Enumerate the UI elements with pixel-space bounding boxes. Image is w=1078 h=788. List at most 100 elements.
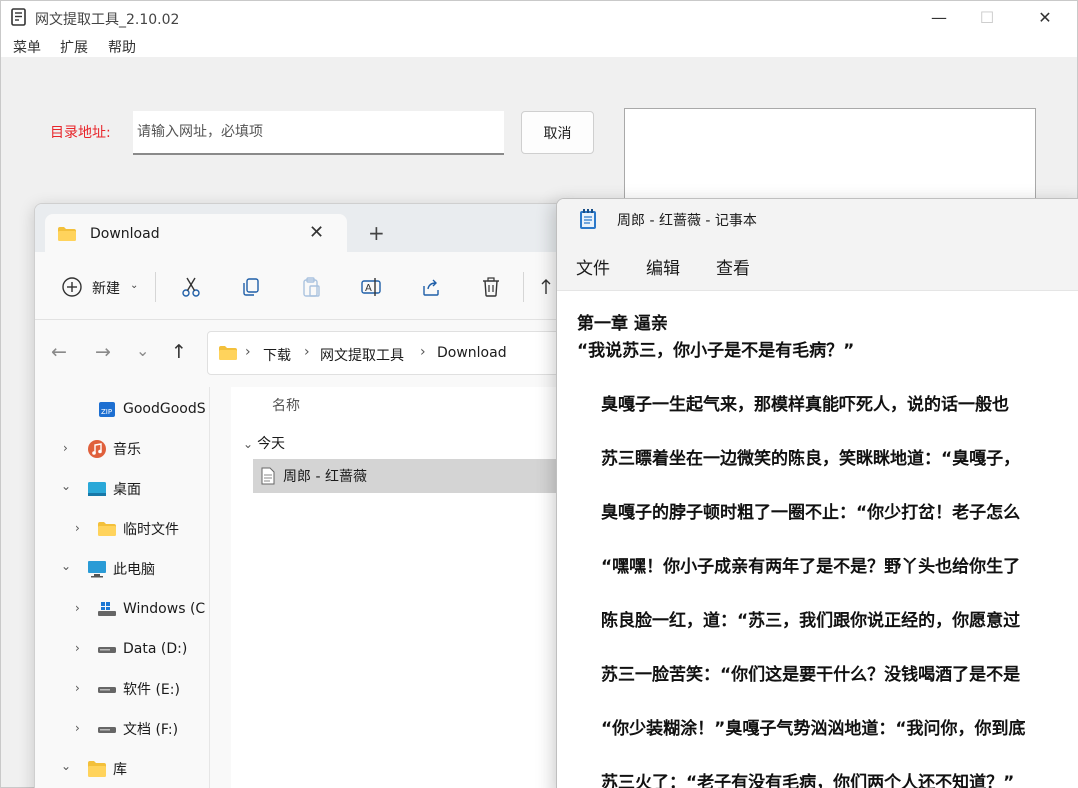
app-titlebar: 网文提取工具_2.10.02 — ☐ ✕: [1, 1, 1077, 34]
chevron-down-icon[interactable]: ⌄: [61, 559, 71, 573]
address-bar[interactable]: › 下载 › 网文提取工具 › Download: [207, 331, 567, 375]
up-icon[interactable]: ↑: [171, 341, 187, 363]
sidebar-item-drive-d[interactable]: Data (D:): [97, 637, 187, 661]
file-row[interactable]: 周郎 - 红蔷薇: [253, 459, 573, 493]
notepad-icon: [580, 209, 596, 229]
text-line: 第一章 逼亲: [577, 314, 668, 334]
zip-icon: ZIP: [99, 402, 115, 417]
breadcrumb-separator: ›: [420, 344, 426, 360]
svg-text:A: A: [365, 283, 372, 294]
drive-icon: [98, 727, 116, 733]
sidebar-item-label: 库: [113, 762, 127, 778]
notepad-title: 周郎 - 红蔷薇 - 记事本: [617, 213, 757, 229]
windows-drive-icon: [98, 602, 116, 616]
delete-icon[interactable]: [480, 276, 502, 298]
chevron-right-icon[interactable]: ›: [75, 601, 80, 615]
notepad-window: 周郎 - 红蔷薇 - 记事本 文件 编辑 查看 第一章 逼亲 “我说苏三，你小子…: [556, 198, 1078, 788]
cut-icon[interactable]: [180, 276, 202, 298]
explorer-navbar: ← → ⌄ ↑ › 下载 › 网文提取工具 › Download: [35, 321, 573, 387]
chevron-right-icon[interactable]: ›: [75, 521, 80, 535]
sidebar-item-drive-f[interactable]: 文档 (F:): [97, 717, 178, 741]
recent-locations-icon[interactable]: ⌄: [136, 341, 149, 360]
computer-icon: [88, 561, 106, 578]
menu-file[interactable]: 文件: [576, 254, 610, 279]
sidebar-item-drive-e[interactable]: 软件 (E:): [97, 677, 180, 701]
new-icon[interactable]: [61, 276, 83, 298]
minimize-icon: —: [931, 8, 947, 27]
notepad-titlebar: 周郎 - 红蔷薇 - 记事本: [557, 199, 1078, 237]
group-header-today[interactable]: ⌄ 今天: [243, 433, 285, 453]
maximize-icon: ☐: [979, 8, 995, 27]
text-file-icon: [261, 467, 275, 485]
menu-view[interactable]: 查看: [716, 254, 750, 279]
app-logo-icon: [11, 8, 26, 26]
group-label: 今天: [257, 436, 286, 452]
new-dropdown-icon[interactable]: ⌄: [130, 280, 138, 291]
svg-text:ZIP: ZIP: [101, 408, 112, 416]
sidebar-item-goodgoods[interactable]: ZIP GoodGoodS: [97, 397, 206, 421]
text-line: “我说苏三，你小子是不是有毛病？”: [577, 341, 855, 361]
new-tab-icon[interactable]: +: [368, 221, 385, 245]
menu-main[interactable]: 菜单: [13, 37, 41, 57]
sidebar-item-label: 音乐: [113, 442, 141, 458]
breadcrumb-extractor[interactable]: 网文提取工具: [320, 345, 404, 365]
chevron-down-icon[interactable]: ⌄: [61, 479, 71, 493]
chevron-right-icon[interactable]: ›: [63, 441, 68, 455]
breadcrumb-download[interactable]: Download: [437, 345, 507, 361]
close-button[interactable]: ✕: [1017, 1, 1073, 34]
toolbar-separator: [155, 272, 156, 302]
new-button[interactable]: 新建: [92, 278, 120, 298]
copy-icon[interactable]: [240, 276, 262, 298]
log-textbox[interactable]: [624, 108, 1036, 208]
explorer-toolbar: 新建 ⌄ A: [35, 254, 573, 320]
tab-close-icon[interactable]: ✕: [309, 222, 324, 243]
text-line: “你少装糊涂！”臭嘎子气势汹汹地道：“我问你，你到底: [601, 719, 1026, 739]
chevron-right-icon[interactable]: ›: [75, 641, 80, 655]
sidebar-item-temp-files[interactable]: 临时文件: [97, 517, 179, 541]
share-icon[interactable]: [420, 276, 442, 298]
file-name: 周郎 - 红蔷薇: [283, 469, 367, 485]
text-line: 苏三一脸苦笑：“你们这是要干什么？没钱喝酒了是不是: [601, 665, 1021, 685]
text-line: 苏三瞟着坐在一边微笑的陈良，笑眯眯地道：“臭嘎子，: [601, 449, 1021, 469]
cancel-button[interactable]: 取消: [521, 111, 594, 154]
tab-download[interactable]: Download ✕: [45, 214, 347, 254]
breadcrumb-downloads[interactable]: 下载: [263, 345, 291, 365]
desktop-icon: [88, 482, 106, 496]
paste-icon[interactable]: [300, 276, 322, 298]
drive-icon: [98, 687, 116, 693]
navigation-pane: ZIP GoodGoodS › 音乐 ⌄ 桌面 › 临时文件 ⌄ 此电脑 › W…: [35, 387, 210, 788]
maximize-button[interactable]: ☐: [959, 1, 1015, 34]
menu-help[interactable]: 帮助: [108, 37, 136, 57]
sidebar-item-label: Data (D:): [123, 641, 188, 657]
sidebar-item-label: 软件 (E:): [123, 682, 180, 698]
toolbar-separator: [523, 272, 524, 302]
back-icon[interactable]: ←: [51, 341, 67, 363]
sidebar-item-drive-c[interactable]: Windows (C: [97, 597, 205, 621]
menu-extensions[interactable]: 扩展: [60, 37, 88, 57]
column-header-name[interactable]: 名称: [272, 395, 300, 415]
sidebar-item-this-pc[interactable]: 此电脑: [87, 557, 155, 581]
sidebar-item-library[interactable]: 库: [87, 757, 127, 781]
notepad-menubar: 文件 编辑 查看: [557, 237, 1078, 291]
url-input[interactable]: [133, 111, 504, 155]
chevron-down-icon[interactable]: ⌄: [61, 759, 71, 773]
drive-icon: [98, 647, 116, 653]
forward-icon[interactable]: →: [95, 341, 111, 363]
chevron-right-icon[interactable]: ›: [75, 721, 80, 735]
text-line: 苏三火了：“老子有没有毛病，你们两个人还不知道？”: [601, 773, 1015, 788]
text-line: “嘿嘿！你小子成亲有两年了是不是？野丫头也给你生了: [601, 557, 1021, 577]
sidebar-item-music[interactable]: 音乐: [87, 437, 141, 461]
chevron-right-icon[interactable]: ›: [75, 681, 80, 695]
sidebar-item-desktop[interactable]: 桌面: [87, 477, 141, 501]
app-title: 网文提取工具_2.10.02: [35, 12, 180, 28]
chevron-down-icon: ⌄: [243, 437, 254, 451]
menu-edit[interactable]: 编辑: [646, 254, 680, 279]
folder-icon: [98, 522, 116, 536]
rename-icon[interactable]: A: [360, 276, 382, 298]
url-label: 目录地址:: [50, 125, 111, 141]
folder-icon: [219, 346, 237, 360]
music-icon: [88, 440, 106, 458]
tab-title: Download: [90, 226, 160, 242]
file-explorer-window: Download ✕ + 新建 ⌄ A ← → ⌄ ↑ › 下载 › 网文提取工…: [34, 203, 574, 788]
sidebar-item-label: Windows (C: [123, 601, 206, 617]
